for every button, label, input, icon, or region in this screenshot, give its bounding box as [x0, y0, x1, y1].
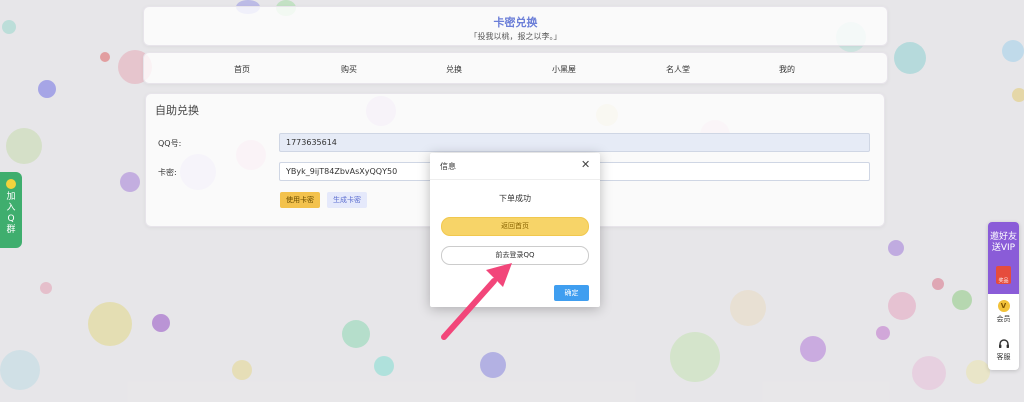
arrow-shaft — [441, 278, 497, 340]
arrow-annotation — [441, 263, 512, 340]
